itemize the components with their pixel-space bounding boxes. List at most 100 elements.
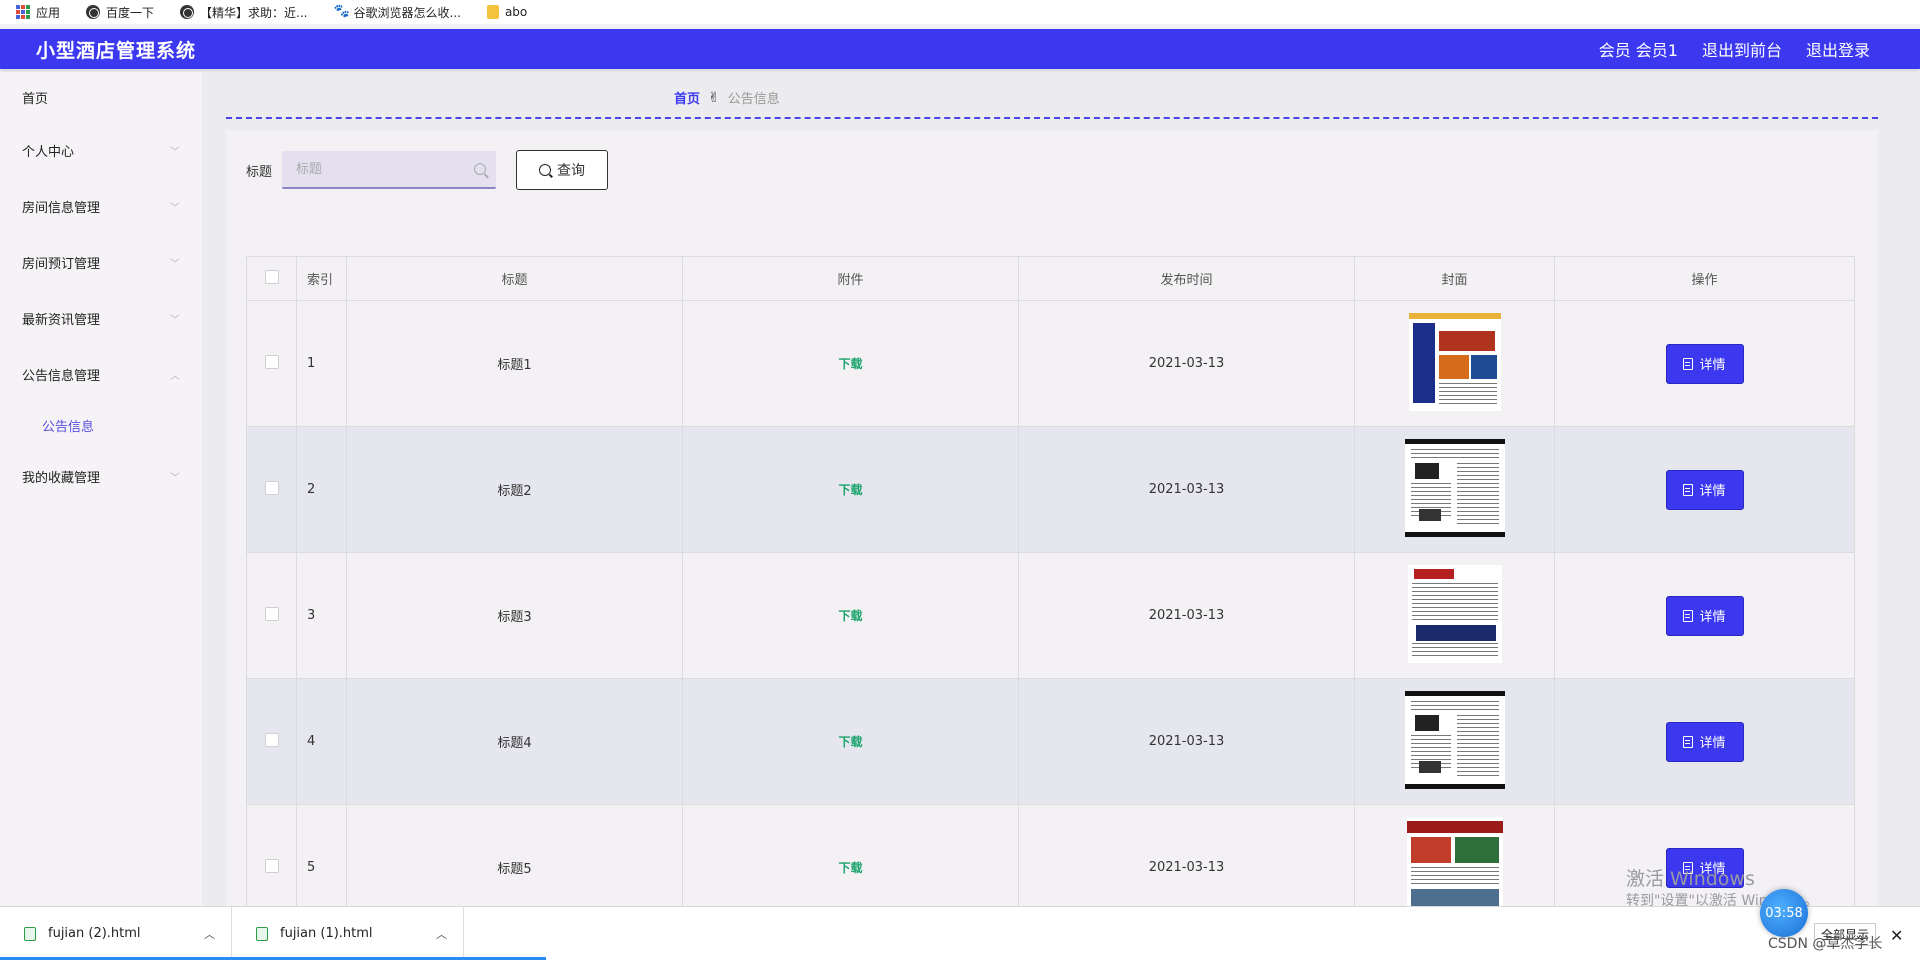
sidebar-item-label: 个人中心 [22, 144, 75, 160]
search-input[interactable] [296, 161, 475, 177]
query-button[interactable]: 查询 [516, 150, 609, 190]
main-content: 首页 ✌ 公告信息 标题 查询 索引 标题 [202, 72, 1920, 931]
bookmark-label: abo [504, 5, 528, 19]
download-link[interactable]: 下载 [838, 735, 862, 749]
sidebar-item-label: 房间预订管理 [22, 256, 101, 272]
cover-image[interactable] [1407, 564, 1502, 663]
sidebar-item-home[interactable]: 首页 [0, 72, 202, 122]
row-checkbox[interactable] [264, 858, 279, 873]
bookmark-apps[interactable]: 应用 [16, 4, 60, 21]
sidebar-item-personal-center[interactable]: 个人中心 ﹀ [0, 122, 202, 178]
sidebar-item-room-info[interactable]: 房间信息管理 ﹀ [0, 178, 202, 234]
row-title: 标题2 [346, 426, 683, 553]
row-action-cell: 详情 [1554, 678, 1855, 805]
download-link[interactable]: 下载 [838, 357, 862, 371]
cover-image[interactable] [1404, 438, 1505, 537]
sidebar-item-room-booking[interactable]: 房间预订管理 ﹀ [0, 234, 202, 290]
chevron-down-icon: ﹀ [170, 258, 180, 270]
close-icon[interactable]: ✕ [1890, 926, 1903, 945]
search-box[interactable] [282, 151, 497, 189]
search-icon [474, 163, 487, 175]
row-checkbox[interactable] [264, 480, 279, 495]
app-title: 小型酒店管理系统 [36, 39, 197, 62]
cover-image[interactable] [1404, 690, 1505, 789]
search-icon [539, 164, 552, 176]
download-link[interactable]: 下载 [838, 861, 862, 875]
sidebar-item-favorites[interactable]: 我的收藏管理 ﹀ [0, 448, 202, 504]
sidebar-item-label: 公告信息管理 [22, 368, 101, 384]
bookmark-label: 【精华】求助：近... [200, 5, 308, 20]
detail-button[interactable]: 详情 [1665, 343, 1744, 384]
sidebar: 首页 个人中心 ﹀ 房间信息管理 ﹀ 房间预订管理 ﹀ 最新资讯管理 ﹀ 公告信… [0, 72, 202, 906]
table-row: 3 标题3 下载 2021-03-13 详情 [246, 552, 1855, 679]
row-index: 3 [296, 552, 347, 679]
row-checkbox[interactable] [264, 606, 279, 621]
bookmark-label: 谷歌浏览器怎么收... [353, 5, 461, 20]
notice-table: 索引 标题 附件 发布时间 封面 操作 1 标题1 下载 2021-03-13 [246, 256, 1855, 931]
download-link[interactable]: 下载 [838, 483, 862, 497]
chevron-down-icon: ﹀ [170, 472, 180, 484]
select-all-checkbox[interactable] [264, 269, 279, 284]
detail-button[interactable]: 详情 [1665, 721, 1744, 762]
recording-timer: 03:58 [1760, 889, 1808, 937]
sidebar-item-label: 我的收藏管理 [22, 470, 101, 486]
bookmark-abo[interactable]: abo [486, 5, 528, 19]
row-cover-cell [1354, 552, 1555, 679]
breadcrumb-home[interactable]: 首页 [674, 88, 700, 107]
bookmark-baidu[interactable]: 百度一下 [86, 4, 154, 21]
sidebar-item-label: 房间信息管理 [22, 200, 101, 216]
globe-icon [86, 5, 101, 19]
content-panel: 标题 查询 索引 标题 附件 发布时间 封面 [226, 130, 1878, 931]
sidebar-item-label: 首页 [22, 91, 49, 107]
divider [226, 117, 1878, 119]
cover-image[interactable] [1408, 312, 1501, 411]
table-row: 4 标题4 下载 2021-03-13 详情 [246, 678, 1855, 805]
download-filename: fujian (2).html [48, 926, 141, 941]
row-title: 标题3 [346, 552, 683, 679]
row-cover-cell [1354, 426, 1555, 553]
search-row: 标题 查询 [246, 150, 609, 190]
back-to-front-link[interactable]: 退出到前台 [1702, 37, 1782, 61]
cover-image[interactable] [1406, 816, 1503, 915]
row-index: 4 [296, 678, 347, 805]
file-icon [256, 926, 268, 941]
download-link[interactable]: 下载 [838, 609, 862, 623]
detail-button-label: 详情 [1699, 610, 1726, 625]
user-label: 会员 会员1 [1598, 41, 1678, 60]
document-icon [1683, 483, 1694, 496]
row-cover-cell [1354, 300, 1555, 427]
hand-icon: ✌ [708, 89, 720, 106]
bookmark-help[interactable]: 【精华】求助：近... [180, 4, 307, 21]
row-checkbox[interactable] [264, 732, 279, 747]
detail-button-label: 详情 [1699, 736, 1726, 751]
logout-link[interactable]: 退出登录 [1806, 37, 1870, 61]
row-time: 2021-03-13 [1018, 678, 1355, 805]
query-button-label: 查询 [557, 163, 586, 179]
row-checkbox[interactable] [264, 354, 279, 369]
watermark-title: 激活 Windows [1626, 868, 1755, 890]
header-cover: 封面 [1354, 256, 1555, 301]
row-attachment-cell: 下载 [682, 300, 1019, 427]
detail-button-label: 详情 [1699, 358, 1726, 373]
header-attachment: 附件 [682, 256, 1019, 301]
download-item[interactable]: fujian (2).html ︿ [0, 906, 232, 960]
row-cover-cell [1354, 678, 1555, 805]
table-header-row: 索引 标题 附件 发布时间 封面 操作 [246, 256, 1855, 301]
breadcrumb-current: 公告信息 [727, 92, 780, 107]
detail-button[interactable]: 详情 [1665, 469, 1744, 510]
row-action-cell: 详情 [1554, 426, 1855, 553]
row-title: 标题4 [346, 678, 683, 805]
sidebar-item-notice[interactable]: 公告信息管理 ︿ [0, 346, 202, 402]
breadcrumb: 首页 ✌ 公告信息 [674, 88, 780, 108]
sidebar-subitem-notice-info[interactable]: 公告信息 [0, 402, 202, 448]
document-icon [1683, 735, 1694, 748]
detail-button[interactable]: 详情 [1665, 595, 1744, 636]
row-select-cell [246, 552, 297, 679]
sidebar-item-news[interactable]: 最新资讯管理 ﹀ [0, 290, 202, 346]
chevron-up-icon[interactable]: ︿ [436, 926, 447, 942]
chevron-up-icon[interactable]: ︿ [204, 926, 215, 942]
bookmark-chrome[interactable]: 🐾 谷歌浏览器怎么收... [333, 4, 460, 21]
download-filename: fujian (1).html [280, 926, 373, 941]
download-item[interactable]: fujian (1).html ︿ [232, 906, 464, 960]
row-index: 2 [296, 426, 347, 553]
